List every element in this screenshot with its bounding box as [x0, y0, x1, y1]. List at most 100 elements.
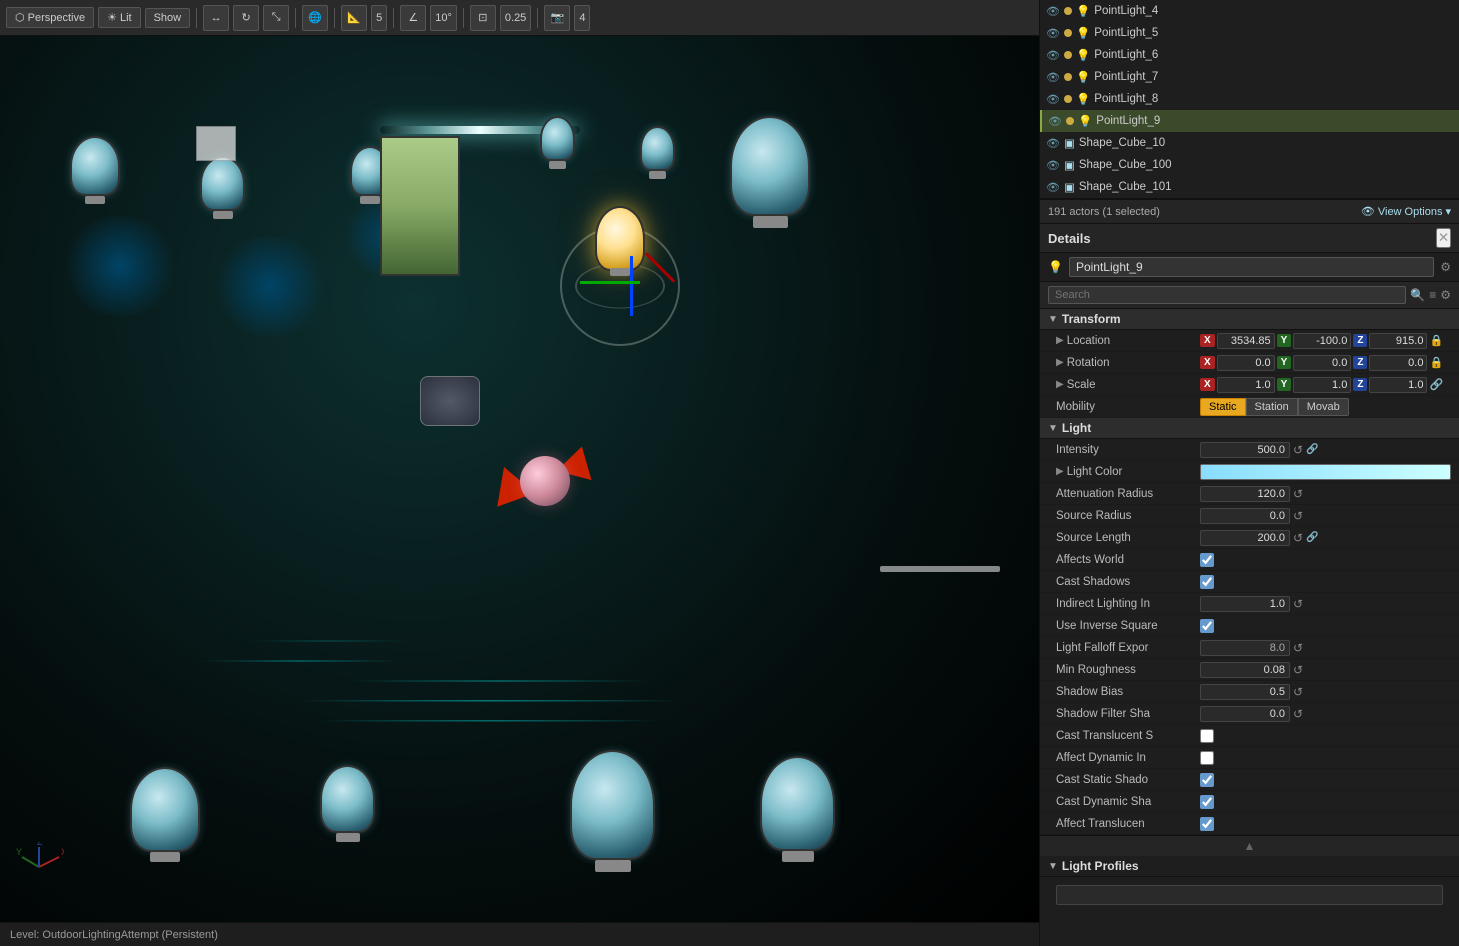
shadow-bias-reset-icon[interactable]: ↺: [1293, 685, 1303, 699]
view-count[interactable]: 4: [574, 5, 590, 31]
eye-icon[interactable]: 👁: [1046, 93, 1060, 106]
outliner-item-pointlight_9[interactable]: 👁💡PointLight_9: [1040, 110, 1459, 132]
eye-icon[interactable]: 👁: [1046, 5, 1060, 18]
min-roughness-reset-icon[interactable]: ↺: [1293, 663, 1303, 677]
outliner-item-label: Shape_Cube_101: [1079, 181, 1172, 193]
angle-snap-button[interactable]: ∠: [400, 5, 426, 31]
location-z-input[interactable]: [1369, 333, 1427, 349]
light-section-header[interactable]: ▼ Light: [1040, 418, 1459, 439]
eye-icon[interactable]: 👁: [1048, 115, 1062, 128]
translate-tool-button[interactable]: ↔: [203, 5, 229, 31]
attenuation-input[interactable]: [1200, 486, 1290, 502]
source-length-input[interactable]: [1200, 530, 1290, 546]
show-button[interactable]: Show: [145, 8, 191, 28]
floor-line-4: [250, 640, 410, 642]
angle-value[interactable]: 10°: [430, 5, 457, 31]
outliner-item-pointlight_5[interactable]: 👁💡PointLight_5: [1040, 22, 1459, 44]
light-color-swatch[interactable]: [1200, 464, 1451, 480]
outliner-item-pointlight_7[interactable]: 👁💡PointLight_7: [1040, 66, 1459, 88]
rotation-x-input[interactable]: [1217, 355, 1275, 371]
affect-dynamic-checkbox[interactable]: [1200, 751, 1214, 765]
scale-snap-button[interactable]: ⊡: [470, 5, 496, 31]
source-length-reset-icon[interactable]: ↺: [1293, 531, 1303, 545]
location-lock-icon[interactable]: 🔒: [1429, 334, 1443, 347]
details-close-button[interactable]: ✕: [1436, 228, 1451, 248]
outliner-item-shape_cube_100[interactable]: 👁▣Shape_Cube_100: [1040, 154, 1459, 176]
light-profiles-section-header[interactable]: ▼ Light Profiles: [1040, 856, 1459, 877]
filter-button[interactable]: ⚙: [1440, 288, 1451, 302]
location-y-input[interactable]: [1293, 333, 1351, 349]
mobility-static-button[interactable]: Static: [1200, 398, 1246, 416]
rotate-tool-button[interactable]: ↻: [233, 5, 259, 31]
shadow-filter-reset-icon[interactable]: ↺: [1293, 707, 1303, 721]
actor-settings-icon: ⚙: [1440, 260, 1451, 274]
shadow-filter-label: Shadow Filter Sha: [1056, 708, 1150, 720]
eye-icon[interactable]: 👁: [1046, 49, 1060, 62]
scale-label: Scale: [1067, 379, 1096, 391]
world-space-button[interactable]: 🌐: [302, 5, 328, 31]
shadow-filter-input[interactable]: [1200, 706, 1290, 722]
snap-button[interactable]: 📐: [341, 5, 367, 31]
cast-shadows-checkbox[interactable]: [1200, 575, 1214, 589]
light-falloff-input[interactable]: [1200, 640, 1290, 656]
affects-world-checkbox[interactable]: [1200, 553, 1214, 567]
scale-y-input[interactable]: [1293, 377, 1351, 393]
outliner-item-shape_cube_10[interactable]: 👁▣Shape_Cube_10: [1040, 132, 1459, 154]
bulb-back-4: [540, 116, 575, 169]
cast-dynamic-checkbox[interactable]: [1200, 795, 1214, 809]
source-radius-reset-icon[interactable]: ↺: [1293, 509, 1303, 523]
shadow-bias-input[interactable]: [1200, 684, 1290, 700]
mobility-stationary-button[interactable]: Station: [1246, 398, 1298, 416]
rotation-z-input[interactable]: [1369, 355, 1427, 371]
eye-icon[interactable]: 👁: [1046, 71, 1060, 84]
location-x-input[interactable]: [1217, 333, 1275, 349]
chevron-down-icon: ▾: [1445, 205, 1451, 218]
min-roughness-input[interactable]: [1200, 662, 1290, 678]
scale-link-icon[interactable]: 🔗: [1429, 378, 1443, 391]
intensity-reset-icon[interactable]: ↺: [1293, 443, 1303, 457]
mobility-movable-button[interactable]: Movab: [1298, 398, 1349, 416]
eye-icon[interactable]: 👁: [1046, 137, 1060, 150]
snap-value-5[interactable]: 5: [371, 5, 387, 31]
rotation-y-input[interactable]: [1293, 355, 1351, 371]
outliner-item-pointlight_4[interactable]: 👁💡PointLight_4: [1040, 0, 1459, 22]
cast-static-checkbox[interactable]: [1200, 773, 1214, 787]
scale-tool-button[interactable]: ⤡: [263, 5, 289, 31]
actor-name-input[interactable]: [1069, 257, 1434, 277]
eye-icon[interactable]: 👁: [1046, 159, 1060, 172]
actor-icon: 💡: [1048, 260, 1063, 274]
view-options-button[interactable]: 👁 View Options ▾: [1361, 205, 1451, 218]
outliner[interactable]: 👁💡PointLight_4👁💡PointLight_5👁💡PointLight…: [1040, 0, 1459, 200]
intensity-input[interactable]: [1200, 442, 1290, 458]
transform-section-header[interactable]: ▼ Transform: [1040, 309, 1459, 330]
rotation-lock-icon[interactable]: 🔒: [1429, 356, 1443, 369]
toolbar-separator-6: [537, 8, 538, 28]
eye-icon[interactable]: 👁: [1046, 27, 1060, 40]
viewport-canvas[interactable]: X Y Z: [0, 36, 1039, 922]
use-inverse-square-checkbox[interactable]: [1200, 619, 1214, 633]
outliner-item-pointlight_8[interactable]: 👁💡PointLight_8: [1040, 88, 1459, 110]
location-row: ▶ Location X Y Z 🔒: [1040, 330, 1459, 352]
affect-translucent-checkbox[interactable]: [1200, 817, 1214, 831]
scale-x-input[interactable]: [1217, 377, 1275, 393]
search-button[interactable]: 🔍: [1410, 288, 1425, 302]
search-input[interactable]: [1048, 286, 1406, 304]
perspective-button[interactable]: ⬡ Perspective: [6, 7, 94, 28]
outliner-item-shape_cube_101[interactable]: 👁▣Shape_Cube_101: [1040, 176, 1459, 198]
eye-icon[interactable]: 👁: [1046, 181, 1060, 194]
scale-z-input[interactable]: [1369, 377, 1427, 393]
indirect-lighting-input[interactable]: [1200, 596, 1290, 612]
camera-button[interactable]: 📷: [544, 5, 570, 31]
outliner-item-pointlight_6[interactable]: 👁💡PointLight_6: [1040, 44, 1459, 66]
lit-button[interactable]: ☀ Lit: [98, 7, 141, 28]
attenuation-reset-icon[interactable]: ↺: [1293, 487, 1303, 501]
bulb-back-2: [200, 156, 245, 219]
scale-value[interactable]: 0.25: [500, 5, 531, 31]
list-view-button[interactable]: ≡: [1429, 288, 1436, 302]
source-radius-input[interactable]: [1200, 508, 1290, 524]
scale-xyz: X Y Z 🔗: [1200, 377, 1443, 393]
cast-translucent-checkbox[interactable]: [1200, 729, 1214, 743]
light-falloff-reset-icon[interactable]: ↺: [1293, 641, 1303, 655]
light-profiles-input[interactable]: [1056, 885, 1443, 905]
indirect-lighting-reset-icon[interactable]: ↺: [1293, 597, 1303, 611]
